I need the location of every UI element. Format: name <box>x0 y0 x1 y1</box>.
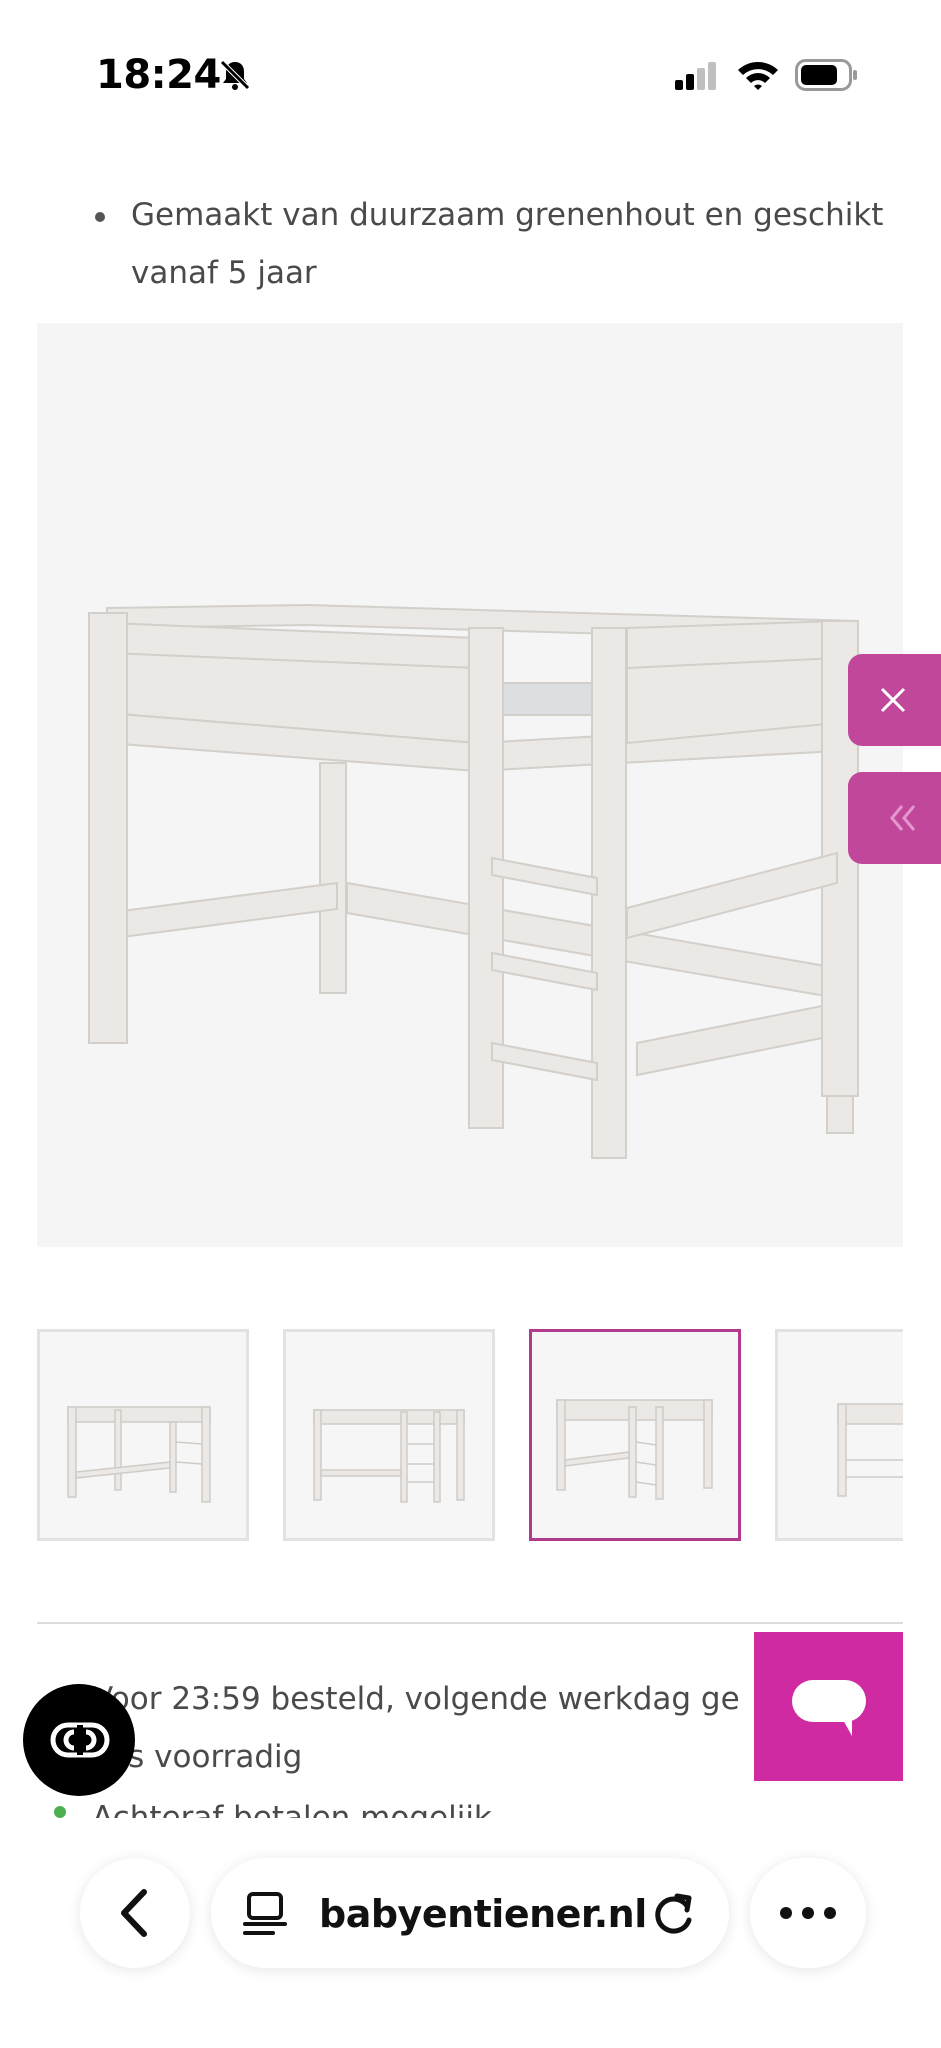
double-chevron-left-icon <box>890 805 916 831</box>
shipping-info-line-1: Voor 23:59 besteld, volgende werkdag ge … <box>92 1670 812 1786</box>
wifi-icon <box>738 62 778 90</box>
bed-illustration <box>88 603 859 1159</box>
page-icon <box>243 1892 287 1935</box>
check-icon <box>54 1806 66 1818</box>
thumbnail-strip[interactable] <box>37 1329 903 1541</box>
address-bar[interactable]: babyentiener.nl <box>211 1858 729 1968</box>
close-icon <box>880 687 906 713</box>
thumbnail-1[interactable] <box>37 1329 249 1541</box>
chat-bubble-icon <box>792 1680 866 1736</box>
signal-icon <box>675 62 716 90</box>
section-divider <box>37 1622 903 1624</box>
side-close-tab[interactable] <box>848 654 941 746</box>
bed-thumbnail <box>837 1403 903 1497</box>
accessibility-button[interactable] <box>23 1684 135 1796</box>
status-bar: 18:24 <box>0 0 941 130</box>
url-text: babyentiener.nl <box>319 1892 647 1936</box>
bed-thumbnail <box>313 1409 465 1503</box>
thumbnail-3[interactable] <box>529 1329 741 1541</box>
chat-button[interactable] <box>754 1632 903 1781</box>
bed-thumbnail <box>556 1399 713 1500</box>
thumbnail-2[interactable] <box>283 1329 495 1541</box>
reload-icon[interactable] <box>651 1888 699 1938</box>
accessibility-icon <box>50 1722 110 1758</box>
more-icon <box>780 1907 836 1919</box>
chevron-left-icon <box>121 1889 147 1937</box>
main-product-image[interactable] <box>37 323 903 1247</box>
thumbnail-4[interactable] <box>775 1329 903 1541</box>
bullet-dot <box>95 212 105 222</box>
battery-icon <box>795 59 857 91</box>
status-time: 18:24 <box>96 52 221 98</box>
bed-thumbnail <box>67 1406 211 1503</box>
back-button[interactable] <box>80 1858 190 1968</box>
shipping-delivery-text: Voor 23:59 besteld, volgende werkdag ge <box>92 1681 740 1717</box>
toolbar-fade <box>0 1818 941 1858</box>
product-feature-text: Gemaakt van duurzaam grenenhout en gesch… <box>131 197 884 291</box>
side-expand-tab[interactable] <box>848 772 941 864</box>
bell-slash-icon <box>220 60 250 90</box>
more-button[interactable] <box>750 1858 866 1968</box>
